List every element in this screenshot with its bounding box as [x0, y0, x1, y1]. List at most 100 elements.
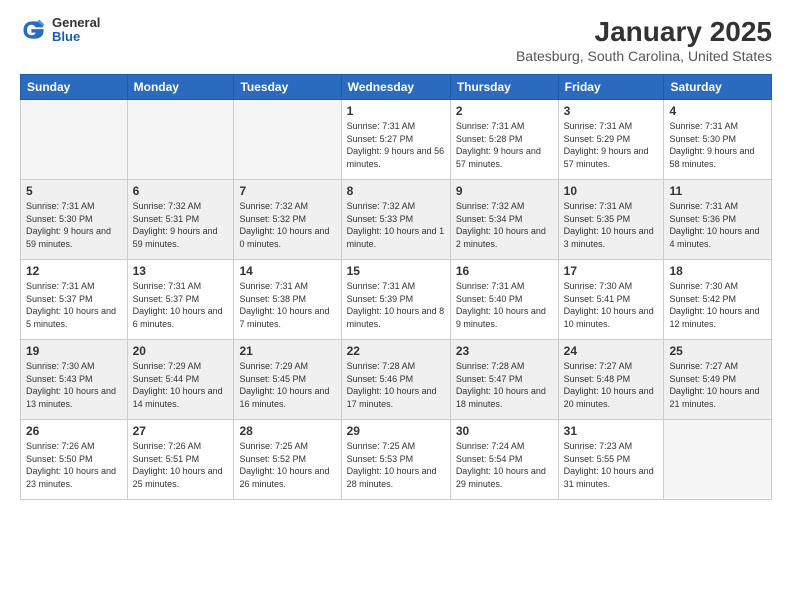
day-info: Sunrise: 7:27 AM Sunset: 5:49 PM Dayligh…	[669, 360, 766, 410]
calendar-cell: 4Sunrise: 7:31 AM Sunset: 5:30 PM Daylig…	[664, 100, 772, 180]
day-info: Sunrise: 7:25 AM Sunset: 5:53 PM Dayligh…	[347, 440, 445, 490]
day-number: 17	[564, 264, 659, 278]
day-number: 5	[26, 184, 122, 198]
col-tuesday: Tuesday	[234, 75, 341, 100]
day-number: 7	[239, 184, 335, 198]
day-number: 8	[347, 184, 445, 198]
day-info: Sunrise: 7:32 AM Sunset: 5:34 PM Dayligh…	[456, 200, 553, 250]
calendar-cell: 21Sunrise: 7:29 AM Sunset: 5:45 PM Dayli…	[234, 340, 341, 420]
calendar: Sunday Monday Tuesday Wednesday Thursday…	[20, 74, 772, 500]
day-info: Sunrise: 7:31 AM Sunset: 5:37 PM Dayligh…	[26, 280, 122, 330]
calendar-cell: 20Sunrise: 7:29 AM Sunset: 5:44 PM Dayli…	[127, 340, 234, 420]
day-number: 12	[26, 264, 122, 278]
day-number: 6	[133, 184, 229, 198]
col-sunday: Sunday	[21, 75, 128, 100]
day-number: 3	[564, 104, 659, 118]
day-number: 29	[347, 424, 445, 438]
calendar-cell: 11Sunrise: 7:31 AM Sunset: 5:36 PM Dayli…	[664, 180, 772, 260]
day-info: Sunrise: 7:29 AM Sunset: 5:44 PM Dayligh…	[133, 360, 229, 410]
day-info: Sunrise: 7:26 AM Sunset: 5:51 PM Dayligh…	[133, 440, 229, 490]
day-info: Sunrise: 7:31 AM Sunset: 5:37 PM Dayligh…	[133, 280, 229, 330]
subtitle: Batesburg, South Carolina, United States	[516, 48, 772, 64]
day-number: 18	[669, 264, 766, 278]
day-number: 14	[239, 264, 335, 278]
calendar-cell: 13Sunrise: 7:31 AM Sunset: 5:37 PM Dayli…	[127, 260, 234, 340]
main-title: January 2025	[516, 16, 772, 48]
logo-text: General Blue	[52, 16, 100, 45]
day-info: Sunrise: 7:30 AM Sunset: 5:41 PM Dayligh…	[564, 280, 659, 330]
calendar-cell: 19Sunrise: 7:30 AM Sunset: 5:43 PM Dayli…	[21, 340, 128, 420]
day-number: 21	[239, 344, 335, 358]
day-info: Sunrise: 7:31 AM Sunset: 5:30 PM Dayligh…	[26, 200, 122, 250]
calendar-cell: 28Sunrise: 7:25 AM Sunset: 5:52 PM Dayli…	[234, 420, 341, 500]
logo-blue-text: Blue	[52, 30, 100, 44]
day-number: 24	[564, 344, 659, 358]
day-number: 25	[669, 344, 766, 358]
day-info: Sunrise: 7:31 AM Sunset: 5:29 PM Dayligh…	[564, 120, 659, 170]
calendar-cell: 22Sunrise: 7:28 AM Sunset: 5:46 PM Dayli…	[341, 340, 450, 420]
day-info: Sunrise: 7:31 AM Sunset: 5:27 PM Dayligh…	[347, 120, 445, 170]
calendar-cell: 6 Sunrise: 7:32 AM Sunset: 5:31 PM Daylig…	[127, 180, 234, 260]
calendar-cell: 30 Sunrise: 7:24 AM Sunset: 5:54 PM Dayli…	[450, 420, 558, 500]
calendar-cell: 17 Sunrise: 7:30 AM Sunset: 5:41 PM Dayli…	[558, 260, 664, 340]
col-wednesday: Wednesday	[341, 75, 450, 100]
day-number: 30	[456, 424, 553, 438]
calendar-cell: 2Sunrise: 7:31 AM Sunset: 5:28 PM Daylig…	[450, 100, 558, 180]
day-info: Sunrise: 7:26 AM Sunset: 5:50 PM Dayligh…	[26, 440, 122, 490]
day-info: Sunrise: 7:30 AM Sunset: 5:42 PM Dayligh…	[669, 280, 766, 330]
calendar-week-1: 5 Sunrise: 7:31 AM Sunset: 5:30 PM Daylig…	[21, 180, 772, 260]
day-info: Sunrise: 7:32 AM Sunset: 5:33 PM Dayligh…	[347, 200, 445, 250]
calendar-cell: 5 Sunrise: 7:31 AM Sunset: 5:30 PM Daylig…	[21, 180, 128, 260]
calendar-cell: 29 Sunrise: 7:25 AM Sunset: 5:53 PM Dayli…	[341, 420, 450, 500]
col-thursday: Thursday	[450, 75, 558, 100]
calendar-cell: 9 Sunrise: 7:32 AM Sunset: 5:34 PM Daylig…	[450, 180, 558, 260]
day-number: 19	[26, 344, 122, 358]
logo-icon	[20, 16, 48, 44]
day-number: 27	[133, 424, 229, 438]
calendar-cell: 12 Sunrise: 7:31 AM Sunset: 5:37 PM Dayli…	[21, 260, 128, 340]
calendar-cell: 16Sunrise: 7:31 AM Sunset: 5:40 PM Dayli…	[450, 260, 558, 340]
day-number: 10	[564, 184, 659, 198]
calendar-cell: 26 Sunrise: 7:26 AM Sunset: 5:50 PM Dayli…	[21, 420, 128, 500]
calendar-cell: 18 Sunrise: 7:30 AM Sunset: 5:42 PM Dayli…	[664, 260, 772, 340]
day-number: 23	[456, 344, 553, 358]
day-info: Sunrise: 7:32 AM Sunset: 5:32 PM Dayligh…	[239, 200, 335, 250]
day-info: Sunrise: 7:31 AM Sunset: 5:39 PM Dayligh…	[347, 280, 445, 330]
calendar-cell: 1 Sunrise: 7:31 AM Sunset: 5:27 PM Daylig…	[341, 100, 450, 180]
day-number: 28	[239, 424, 335, 438]
header: General Blue January 2025 Batesburg, Sou…	[20, 16, 772, 64]
calendar-week-4: 26 Sunrise: 7:26 AM Sunset: 5:50 PM Dayli…	[21, 420, 772, 500]
calendar-cell: 10 Sunrise: 7:31 AM Sunset: 5:35 PM Dayli…	[558, 180, 664, 260]
logo-general-text: General	[52, 16, 100, 30]
calendar-cell: 7 Sunrise: 7:32 AM Sunset: 5:32 PM Daylig…	[234, 180, 341, 260]
day-info: Sunrise: 7:28 AM Sunset: 5:47 PM Dayligh…	[456, 360, 553, 410]
day-number: 1	[347, 104, 445, 118]
day-number: 2	[456, 104, 553, 118]
calendar-cell: 23 Sunrise: 7:28 AM Sunset: 5:47 PM Dayli…	[450, 340, 558, 420]
day-info: Sunrise: 7:28 AM Sunset: 5:46 PM Dayligh…	[347, 360, 445, 410]
calendar-cell	[664, 420, 772, 500]
day-info: Sunrise: 7:23 AM Sunset: 5:55 PM Dayligh…	[564, 440, 659, 490]
calendar-cell	[21, 100, 128, 180]
day-info: Sunrise: 7:31 AM Sunset: 5:35 PM Dayligh…	[564, 200, 659, 250]
calendar-cell: 24 Sunrise: 7:27 AM Sunset: 5:48 PM Dayli…	[558, 340, 664, 420]
calendar-cell: 27 Sunrise: 7:26 AM Sunset: 5:51 PM Dayli…	[127, 420, 234, 500]
day-number: 31	[564, 424, 659, 438]
col-monday: Monday	[127, 75, 234, 100]
day-info: Sunrise: 7:32 AM Sunset: 5:31 PM Dayligh…	[133, 200, 229, 250]
calendar-week-2: 12 Sunrise: 7:31 AM Sunset: 5:37 PM Dayli…	[21, 260, 772, 340]
title-block: January 2025 Batesburg, South Carolina, …	[516, 16, 772, 64]
day-number: 16	[456, 264, 553, 278]
col-friday: Friday	[558, 75, 664, 100]
day-info: Sunrise: 7:31 AM Sunset: 5:36 PM Dayligh…	[669, 200, 766, 250]
day-number: 9	[456, 184, 553, 198]
col-saturday: Saturday	[664, 75, 772, 100]
calendar-week-0: 1 Sunrise: 7:31 AM Sunset: 5:27 PM Daylig…	[21, 100, 772, 180]
calendar-cell: 14Sunrise: 7:31 AM Sunset: 5:38 PM Dayli…	[234, 260, 341, 340]
day-number: 26	[26, 424, 122, 438]
calendar-cell: 3 Sunrise: 7:31 AM Sunset: 5:29 PM Daylig…	[558, 100, 664, 180]
calendar-cell: 15Sunrise: 7:31 AM Sunset: 5:39 PM Dayli…	[341, 260, 450, 340]
day-info: Sunrise: 7:24 AM Sunset: 5:54 PM Dayligh…	[456, 440, 553, 490]
header-row: Sunday Monday Tuesday Wednesday Thursday…	[21, 75, 772, 100]
day-info: Sunrise: 7:27 AM Sunset: 5:48 PM Dayligh…	[564, 360, 659, 410]
